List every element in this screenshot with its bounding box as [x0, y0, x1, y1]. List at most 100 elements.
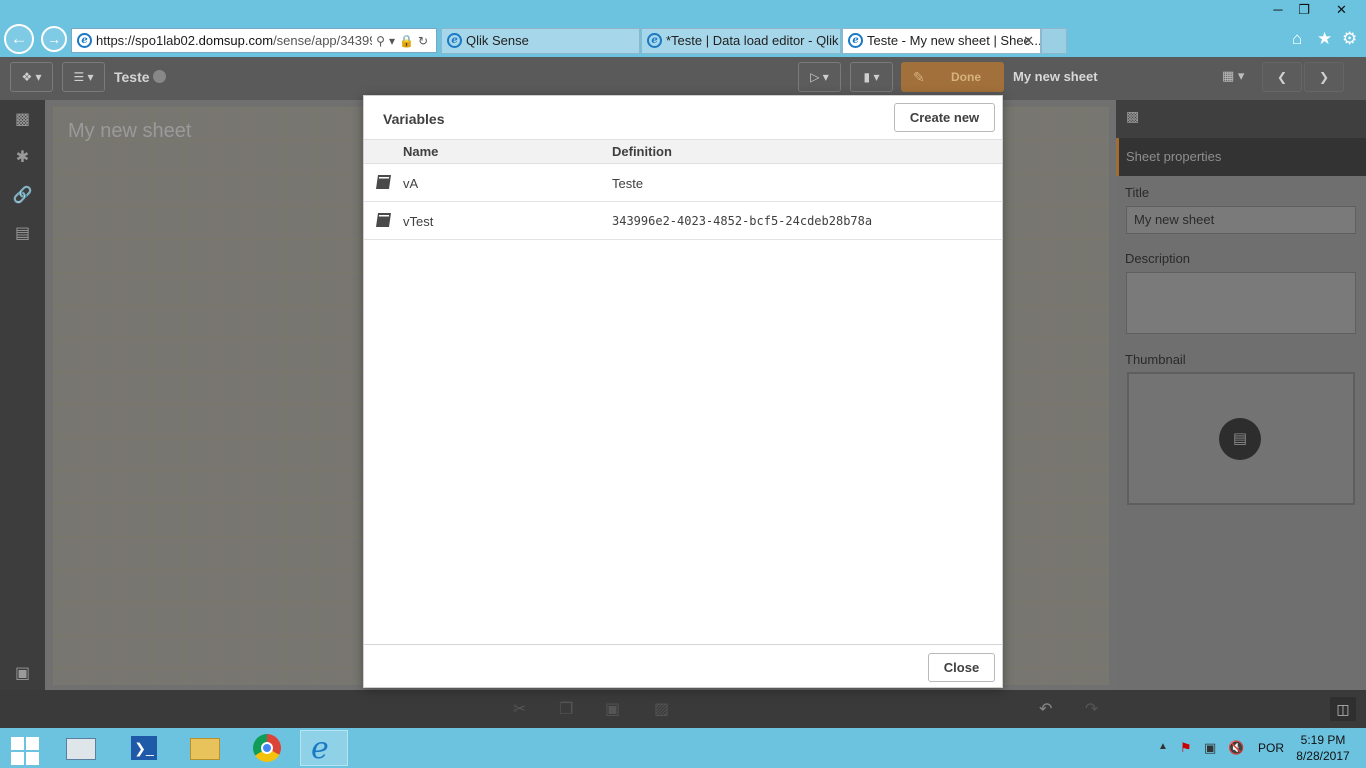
folder-icon — [190, 738, 220, 760]
start-button[interactable] — [8, 734, 40, 765]
panel-icon: ◫ — [1336, 701, 1350, 717]
bar-chart-icon[interactable]: ▩ — [1126, 108, 1139, 125]
new-tab-button[interactable] — [1041, 28, 1067, 54]
lock-icon: 🔒 — [398, 34, 418, 48]
tab-label: Teste - My new sheet | Shee... — [867, 33, 1041, 48]
input-language[interactable]: POR — [1258, 741, 1284, 755]
global-menu-button[interactable]: ☰ ▾ — [62, 62, 105, 92]
column-header-definition[interactable]: Definition — [612, 144, 672, 159]
app-info-icon[interactable] — [153, 70, 167, 83]
close-tab-icon[interactable]: ✕ — [1023, 29, 1034, 53]
done-label: Done — [951, 70, 981, 84]
address-bar[interactable]: e https://spo1lab02.domsup.com/sense/app… — [71, 28, 437, 53]
charts-icon[interactable]: ▩ — [12, 109, 33, 130]
sheet-name[interactable]: My new sheet — [68, 120, 191, 143]
story-button[interactable]: ▷ ▾ — [798, 62, 841, 92]
chrome-button[interactable] — [243, 730, 291, 766]
column-header-name[interactable]: Name — [403, 144, 438, 159]
previous-sheet-button[interactable]: ❮ — [1262, 62, 1302, 92]
ie-page-icon: e — [77, 33, 92, 48]
edit-bottom-bar — [0, 690, 1366, 728]
cut-icon[interactable]: ✂ — [513, 699, 526, 719]
favorites-star-icon[interactable]: ★ — [1317, 30, 1332, 48]
redo-icon[interactable]: ↷ — [1085, 699, 1098, 719]
extensions-puzzle-icon[interactable]: ✱ — [12, 147, 33, 168]
url-path: /sense/app/343996 — [273, 33, 384, 48]
powershell-button[interactable]: ❯_ — [120, 730, 168, 766]
show-hidden-icons[interactable]: ▲ — [1158, 741, 1168, 752]
forward-arrow-icon: → — [47, 31, 61, 47]
tab-qlik-sense[interactable]: e Qlik Sense — [441, 28, 640, 54]
tab-label: *Teste | Data load editor - Qlik ... — [666, 33, 841, 48]
powershell-icon: ❯_ — [131, 736, 157, 760]
description-input[interactable] — [1126, 272, 1356, 334]
pencil-icon: ✎ — [913, 69, 925, 85]
url-host: domsup.com — [198, 33, 274, 48]
chevron-left-icon: ❮ — [1276, 70, 1288, 84]
back-button[interactable]: ← — [4, 24, 34, 54]
bookmark-icon: ▮ ▾ — [863, 70, 880, 84]
variable-name: vA — [403, 176, 419, 191]
title-label: Title — [1125, 185, 1150, 200]
app-name: Teste — [114, 69, 167, 85]
qlik-toolbar — [0, 57, 1366, 100]
sheet-properties-heading[interactable]: Sheet properties — [1116, 138, 1366, 176]
search-icon[interactable]: ⚲ — [376, 34, 389, 48]
windows-logo-icon — [11, 737, 24, 750]
variable-definition: 343996e2-4023-4852-bcf5-24cdeb28b78a — [612, 214, 873, 228]
tab-data-load-editor[interactable]: e *Teste | Data load editor - Qlik ... — [641, 28, 841, 54]
properties-header — [1116, 100, 1366, 138]
restore-button[interactable]: ❐ — [1291, 0, 1317, 20]
ie-tab-icon: e — [447, 33, 462, 48]
ie-tab-icon: e — [848, 33, 863, 48]
toolbar-sheet-title: My new sheet — [1013, 69, 1098, 84]
windows-logo-icon — [11, 752, 24, 765]
url-scheme: https://spo1lab02. — [96, 33, 199, 48]
internet-explorer-button[interactable]: e — [300, 730, 348, 766]
volume-muted-icon[interactable]: 🔇 — [1228, 740, 1244, 756]
done-button[interactable]: ✎ Done — [901, 62, 1004, 92]
variable-row[interactable]: vTest 343996e2-4023-4852-bcf5-24cdeb28b7… — [364, 202, 1002, 240]
flag-alert-icon[interactable]: ⚑ — [1180, 740, 1192, 756]
next-sheet-button[interactable]: ❯ — [1304, 62, 1344, 92]
server-manager-icon — [66, 738, 96, 760]
home-icon[interactable]: ⌂ — [1292, 30, 1302, 48]
address-bar-icons[interactable]: ⚲▾🔒↻ — [372, 30, 432, 52]
minimize-button[interactable]: ─ — [1265, 0, 1291, 20]
database-icon[interactable]: ▤ — [12, 223, 33, 244]
paste-icon[interactable]: ▣ — [605, 699, 620, 719]
navigation-button[interactable]: ❖ ▾ — [10, 62, 53, 92]
toggle-panel-button[interactable]: ◫ — [1330, 697, 1356, 721]
dialog-footer: Close — [364, 644, 1002, 688]
variable-icon — [376, 175, 391, 189]
sheet-menu-icon[interactable]: ▦ ▾ — [1222, 68, 1244, 84]
tab-label: Qlik Sense — [466, 33, 529, 48]
server-manager-button[interactable] — [58, 730, 106, 766]
tab-my-new-sheet[interactable]: e Teste - My new sheet | Shee... ✕ — [842, 28, 1041, 54]
link-icon[interactable]: 🔗 — [12, 185, 33, 206]
variables-icon[interactable]: ▣ — [12, 663, 33, 684]
delete-icon[interactable]: ▨ — [654, 699, 669, 719]
close-button[interactable]: Close — [928, 653, 995, 682]
refresh-icon[interactable]: ↻ — [418, 34, 432, 48]
chevron-right-icon: ❯ — [1318, 70, 1330, 84]
undo-icon[interactable]: ↶ — [1039, 699, 1052, 719]
image-icon[interactable]: ▤ — [1219, 418, 1261, 460]
list-icon: ☰ ▾ — [73, 70, 94, 84]
close-window-button[interactable]: ✕ — [1317, 0, 1366, 20]
create-new-button[interactable]: Create new — [894, 103, 995, 132]
dialog-title: Variables — [383, 111, 445, 127]
dropdown-icon[interactable]: ▾ — [389, 34, 399, 48]
forward-button[interactable]: → — [41, 26, 67, 52]
file-explorer-button[interactable] — [182, 730, 230, 766]
title-input[interactable]: My new sheet — [1126, 206, 1356, 234]
bookmarks-button[interactable]: ▮ ▾ — [850, 62, 893, 92]
settings-gear-icon[interactable]: ⚙ — [1342, 30, 1357, 48]
variable-row[interactable]: vA Teste — [364, 164, 1002, 202]
thumbnail-label: Thumbnail — [1125, 352, 1186, 367]
variable-definition: Teste — [612, 176, 644, 191]
network-icon[interactable]: ▣ — [1204, 740, 1216, 756]
ie-tab-icon: e — [647, 33, 662, 48]
copy-icon[interactable]: ❐ — [559, 699, 573, 719]
clock[interactable]: 5:19 PM 8/28/2017 — [1288, 732, 1358, 764]
